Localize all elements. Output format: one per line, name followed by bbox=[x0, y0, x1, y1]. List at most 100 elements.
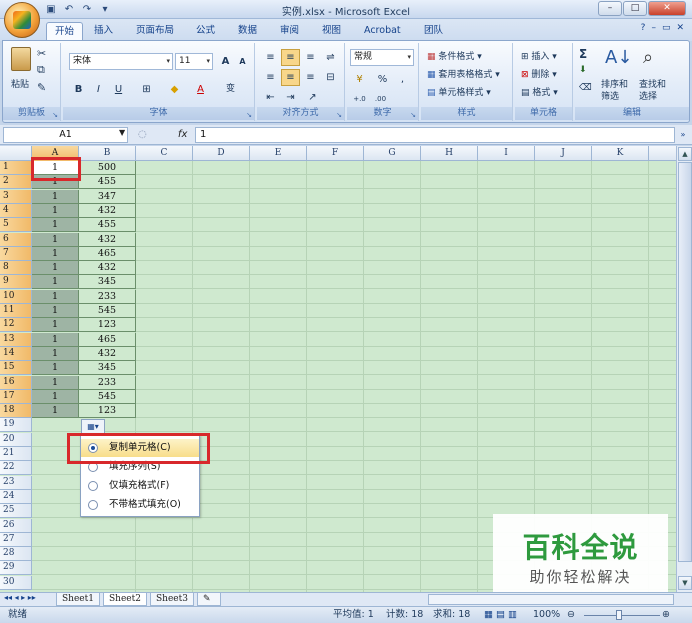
row-header-3[interactable]: 3 bbox=[0, 189, 32, 204]
increase-indent-icon[interactable]: ⇥ bbox=[281, 89, 300, 106]
undo-icon[interactable]: ↶ bbox=[62, 3, 76, 17]
maximize-button[interactable]: □ bbox=[623, 1, 647, 16]
row-header-25[interactable]: 25 bbox=[0, 504, 32, 519]
vertical-scrollbar[interactable]: ▲ ▼ bbox=[676, 146, 692, 592]
cell-b4[interactable]: 432 bbox=[79, 203, 136, 218]
view-buttons-icon[interactable]: ▦ ▤ ▥ bbox=[484, 607, 517, 623]
cell-b14[interactable]: 432 bbox=[79, 346, 136, 361]
row-header-13[interactable]: 13 bbox=[0, 332, 32, 347]
tab-team[interactable]: 团队 bbox=[416, 22, 451, 41]
tab-view[interactable]: 视图 bbox=[314, 22, 349, 41]
autosum-button[interactable]: Σ bbox=[579, 47, 587, 61]
sheet-tab-1[interactable]: Sheet1 bbox=[56, 593, 100, 606]
scroll-down-icon[interactable]: ▼ bbox=[678, 576, 692, 590]
decrease-indent-icon[interactable]: ⇤ bbox=[261, 89, 280, 106]
ribbon-restore-icon[interactable]: ▭ bbox=[662, 23, 671, 33]
clipboard-launcher-icon[interactable]: ↘ bbox=[52, 111, 58, 119]
row-header-22[interactable]: 22 bbox=[0, 461, 32, 476]
help-icon[interactable]: ? bbox=[641, 23, 646, 33]
column-header-e[interactable]: E bbox=[250, 146, 307, 161]
row-header-8[interactable]: 8 bbox=[0, 261, 32, 276]
number-launcher-icon[interactable]: ↘ bbox=[410, 111, 416, 119]
cell-a14[interactable]: 1 bbox=[32, 346, 79, 361]
cell-b6[interactable]: 432 bbox=[79, 232, 136, 247]
chevron-down-icon[interactable]: ▼ bbox=[119, 128, 125, 137]
select-all-corner[interactable] bbox=[0, 146, 32, 161]
cell-a18[interactable]: 1 bbox=[32, 404, 79, 419]
row-header-1[interactable]: 1 bbox=[0, 161, 32, 175]
minimize-button[interactable]: – bbox=[598, 1, 622, 16]
row-header-5[interactable]: 5 bbox=[0, 218, 32, 233]
number-format-select[interactable]: 常规 ▾ bbox=[350, 49, 414, 66]
row-header-21[interactable]: 21 bbox=[0, 447, 32, 461]
row-header-11[interactable]: 11 bbox=[0, 304, 32, 318]
cell-b18[interactable]: 123 bbox=[79, 404, 136, 419]
cell-b10[interactable]: 233 bbox=[79, 289, 136, 304]
cell-b15[interactable]: 345 bbox=[79, 361, 136, 376]
column-header-b[interactable]: B bbox=[79, 146, 136, 161]
row-header-6[interactable]: 6 bbox=[0, 232, 32, 247]
clear-icon[interactable]: ⌫ bbox=[579, 83, 592, 93]
column-header-j[interactable]: J bbox=[535, 146, 592, 161]
format-painter-icon[interactable]: ✎ bbox=[37, 81, 46, 94]
cell-a3[interactable]: 1 bbox=[32, 189, 79, 204]
row-header-26[interactable]: 26 bbox=[0, 518, 32, 533]
merge-center-icon[interactable]: ⊟ bbox=[321, 69, 340, 86]
wrap-text-icon[interactable]: ⇌ bbox=[321, 49, 340, 66]
font-size-select[interactable]: 11 ▾ bbox=[175, 53, 213, 70]
column-header-c[interactable]: C bbox=[136, 146, 193, 161]
cell-a17[interactable]: 1 bbox=[32, 389, 79, 404]
cell-b2[interactable]: 455 bbox=[79, 175, 136, 190]
zoom-out-icon[interactable]: ⊖ bbox=[567, 607, 575, 623]
column-header-g[interactable]: G bbox=[364, 146, 421, 161]
cell-a6[interactable]: 1 bbox=[32, 232, 79, 247]
cell-b12[interactable]: 123 bbox=[79, 318, 136, 333]
row-header-15[interactable]: 15 bbox=[0, 361, 32, 376]
tab-acrobat[interactable]: Acrobat bbox=[356, 22, 409, 41]
zoom-in-icon[interactable]: ⊕ bbox=[662, 607, 670, 623]
row-header-17[interactable]: 17 bbox=[0, 389, 32, 404]
column-header-k[interactable]: K bbox=[592, 146, 649, 161]
redo-icon[interactable]: ↷ bbox=[80, 3, 94, 17]
row-header-4[interactable]: 4 bbox=[0, 203, 32, 218]
align-right-icon[interactable]: ≡ bbox=[301, 69, 320, 86]
sort-filter-icon[interactable]: A↓ bbox=[605, 47, 632, 68]
tab-insert[interactable]: 插入 bbox=[86, 22, 121, 41]
row-header-10[interactable]: 10 bbox=[0, 289, 32, 304]
increase-decimal-icon[interactable]: +.0 bbox=[350, 91, 369, 108]
formula-input[interactable]: 1 bbox=[195, 127, 675, 143]
find-select-label-2[interactable]: 选择 bbox=[639, 89, 657, 102]
alignment-launcher-icon[interactable]: ↘ bbox=[336, 111, 342, 119]
cell-b3[interactable]: 347 bbox=[79, 189, 136, 204]
format-as-table-button[interactable]: ▦ 套用表格格式 ▾ bbox=[427, 67, 500, 80]
customize-qat-icon[interactable]: ▾ bbox=[98, 3, 112, 17]
comma-button[interactable]: , bbox=[393, 71, 412, 88]
cell-a5[interactable]: 1 bbox=[32, 218, 79, 233]
column-header-i[interactable]: I bbox=[478, 146, 535, 161]
cell-a13[interactable]: 1 bbox=[32, 332, 79, 347]
cell-b13[interactable]: 465 bbox=[79, 332, 136, 347]
border-icon[interactable]: ⊞ bbox=[137, 81, 156, 98]
ribbon-minimize-icon[interactable]: – bbox=[651, 23, 656, 33]
save-icon[interactable]: ▣ bbox=[44, 3, 58, 17]
align-middle-icon[interactable]: ≡ bbox=[281, 49, 300, 66]
row-header-28[interactable]: 28 bbox=[0, 547, 32, 562]
row-header-29[interactable]: 29 bbox=[0, 561, 32, 576]
underline-button[interactable]: U bbox=[109, 81, 128, 98]
italic-button[interactable]: I bbox=[89, 81, 108, 98]
cell-a9[interactable]: 1 bbox=[32, 275, 79, 290]
cell-a11[interactable]: 1 bbox=[32, 304, 79, 318]
font-name-select[interactable]: 宋体 ▾ bbox=[69, 53, 173, 70]
tab-page-layout[interactable]: 页面布局 bbox=[128, 22, 182, 41]
sheet-nav-icon[interactable]: ◂◂ ◂ ▸ ▸▸ bbox=[4, 593, 36, 602]
cell-b8[interactable]: 432 bbox=[79, 261, 136, 276]
fill-color-icon[interactable]: ◆ bbox=[165, 81, 184, 98]
font-color-icon[interactable]: A bbox=[191, 81, 210, 98]
insert-sheet-icon[interactable]: ✎ bbox=[197, 593, 221, 606]
conditional-format-button[interactable]: ▦ 条件格式 ▾ bbox=[427, 49, 482, 62]
format-cells-button[interactable]: ▤ 格式 ▾ bbox=[521, 85, 558, 98]
scroll-up-icon[interactable]: ▲ bbox=[678, 147, 692, 161]
insert-cells-button[interactable]: ⊞ 插入 ▾ bbox=[521, 49, 557, 62]
autofill-options-button[interactable]: ▦▾ bbox=[81, 419, 105, 434]
find-select-icon[interactable]: ⌕ bbox=[643, 47, 653, 68]
